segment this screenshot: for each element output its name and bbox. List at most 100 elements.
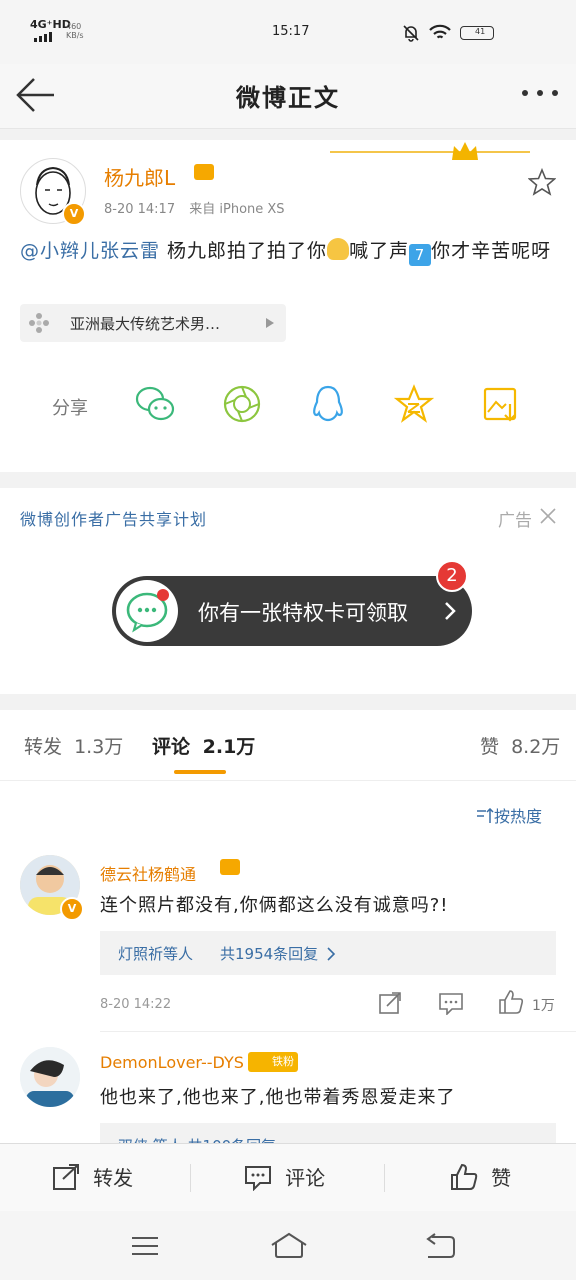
post-source: 来自 iPhone XS <box>189 202 285 217</box>
commenter-avatar[interactable] <box>20 1047 80 1107</box>
replies-summary[interactable]: 双侠 等人 共100条回复 <box>100 1123 556 1143</box>
comment-item: V 德云社杨鹤通 连个照片都没有,你俩都这么没有诚意吗?! 灯照祈等人 共195… <box>0 851 576 1031</box>
divider <box>100 1031 576 1032</box>
ad-source-label[interactable]: 微博创作者广告共享计划 <box>20 506 207 530</box>
back-icon[interactable] <box>422 1233 456 1259</box>
network-indicator: 4G⁺HD <box>30 18 71 31</box>
commenter-name[interactable]: 德云社杨鹤通 <box>100 861 196 885</box>
topic-flower-icon <box>29 313 49 333</box>
sort-icon <box>477 807 494 823</box>
comments-list: 按热度 V 德云社杨鹤通 连个照片都没有,你俩都这么没有诚意吗?! 灯照祈等人 … <box>0 781 576 1143</box>
favorite-star-icon[interactable] <box>528 168 556 196</box>
clock: 15:17 <box>272 24 310 39</box>
reply-comment-icon[interactable] <box>438 991 464 1015</box>
post-text: @小辫儿张云雷 杨九郎拍了拍了你 喊了声 7 你才辛苦呢呀 <box>20 236 560 266</box>
wechat-logo-icon <box>116 580 178 642</box>
tab-reposts-count: 1.3万 <box>74 736 124 758</box>
active-tab-indicator <box>174 770 226 774</box>
wifi-icon <box>429 24 451 39</box>
menu-icon[interactable] <box>130 1235 160 1257</box>
comment-item: DemonLover--DYS 铁粉 他也来了,他也来了,他也带着秀恩爱走来了 … <box>0 1045 576 1143</box>
comment-button[interactable]: 评论 <box>244 1162 325 1194</box>
signal-icon <box>34 32 52 42</box>
status-bar: 4G⁺HD 460 KB/s 15:17 41 <box>0 0 576 64</box>
moments-share-icon[interactable] <box>222 384 262 424</box>
crown-decoration-icon <box>330 142 530 160</box>
reply-count: 共1954条回复 <box>220 945 319 963</box>
divider <box>384 1164 385 1192</box>
repost-button[interactable]: 转发 <box>52 1162 133 1194</box>
more-options-icon[interactable] <box>520 88 562 98</box>
comment-text: 连个照片都没有,你俩都这么没有诚意吗?! <box>100 895 449 916</box>
topic-chip[interactable]: 亚洲最大传统艺术男… <box>20 304 286 342</box>
ad-card: 微博创作者广告共享计划 广告 你有一张特权卡可领取 2 <box>0 488 576 694</box>
tab-reposts-label: 转发 <box>24 736 63 758</box>
person-photo-icon <box>20 1047 80 1107</box>
commenter-name[interactable]: DemonLover--DYS <box>100 1053 244 1072</box>
page-title: 微博正文 <box>236 84 340 112</box>
replies-summary[interactable]: 灯照祈等人 共1954条回复 <box>100 931 556 975</box>
chevron-right-icon <box>327 947 336 961</box>
wechat-share-icon[interactable] <box>134 384 176 424</box>
repost-label: 转发 <box>93 1166 134 1190</box>
topic-label: 亚洲最大传统艺术男… <box>70 315 221 333</box>
post-text-part2: 喊了声 <box>349 240 410 262</box>
mute-bell-icon <box>403 25 419 42</box>
notification-count-badge: 2 <box>436 560 468 592</box>
comment-label: 评论 <box>285 1166 326 1190</box>
mention-link[interactable]: @小辫儿张云雷 <box>20 240 160 262</box>
tab-comments-label: 评论 <box>152 736 191 758</box>
reply-summary-text: 双侠 等人 共100条回复 <box>118 1135 276 1143</box>
vip-crown-icon <box>194 164 214 180</box>
qq-share-icon[interactable] <box>310 384 346 426</box>
fan-badge-label: 铁粉 <box>272 1055 294 1068</box>
share-label: 分享 <box>52 398 88 419</box>
sort-toggle[interactable]: 按热度 <box>476 803 542 827</box>
verified-v-badge: V <box>60 897 84 921</box>
fan-badge: 铁粉 <box>248 1052 298 1072</box>
net-speed-value: 460 <box>66 22 82 31</box>
system-navigation <box>0 1211 576 1280</box>
save-image-icon[interactable] <box>482 386 520 424</box>
battery-level: 41 <box>475 27 486 36</box>
net-speed-unit: KB/s <box>66 31 84 40</box>
post-time: 8-20 14:17 <box>104 202 176 217</box>
top-nav: 微博正文 <box>0 64 576 129</box>
net-speed: 460 KB/s <box>66 22 84 40</box>
repost-icon <box>53 1164 79 1190</box>
comment-text: 他也来了,他也来了,他也带着秀恩爱走来了 <box>100 1087 456 1108</box>
qzone-share-icon[interactable] <box>394 384 434 424</box>
keycap-seven-emoji-icon: 7 <box>409 244 432 266</box>
close-ad-icon[interactable] <box>540 508 556 524</box>
tab-likes[interactable]: 赞 8.2万 <box>480 732 560 759</box>
hand-emoji-icon <box>327 238 350 260</box>
comment-icon <box>245 1166 271 1192</box>
post-text-part3: 你才辛苦呢呀 <box>431 240 552 262</box>
banner-text: 你有一张特权卡可领取 <box>198 601 408 625</box>
tab-reposts[interactable]: 转发 1.3万 <box>24 732 123 759</box>
home-icon[interactable] <box>270 1231 308 1259</box>
privilege-card-banner[interactable]: 你有一张特权卡可领取 <box>112 576 472 646</box>
tab-likes-label: 赞 <box>480 736 500 758</box>
tab-likes-count: 8.2万 <box>511 736 561 758</box>
tab-comments-count: 2.1万 <box>202 736 256 758</box>
author-name[interactable]: 杨九郎L <box>104 162 175 191</box>
divider <box>190 1164 191 1192</box>
vip-crown-icon <box>220 859 240 875</box>
repost-comment-icon[interactable] <box>378 991 402 1015</box>
chevron-right-icon <box>266 318 274 328</box>
bottom-action-bar: 转发 评论 赞 <box>0 1143 576 1212</box>
chevron-right-icon <box>445 602 456 620</box>
comment-time: 8-20 14:22 <box>100 997 172 1012</box>
post-text-part1: 杨九郎拍了拍了你 <box>160 240 328 262</box>
ad-label: 广告 <box>498 511 532 531</box>
engagement-tabs: 转发 1.3万 评论 2.1万 赞 8.2万 <box>0 710 576 781</box>
reply-names: 灯照祈等人 <box>118 945 194 963</box>
post-meta: 8-20 14:17 来自 iPhone XS <box>104 198 285 217</box>
thumbs-up-icon[interactable] <box>498 989 524 1015</box>
verified-v-badge: V <box>62 202 86 226</box>
tab-comments[interactable]: 评论 2.1万 <box>152 732 255 759</box>
weibo-post: V 杨九郎L 8-20 14:17 来自 iPhone XS @小辫儿张云雷 杨… <box>0 140 576 472</box>
like-button[interactable]: 赞 <box>450 1162 511 1194</box>
battery-icon: 41 <box>460 26 494 40</box>
